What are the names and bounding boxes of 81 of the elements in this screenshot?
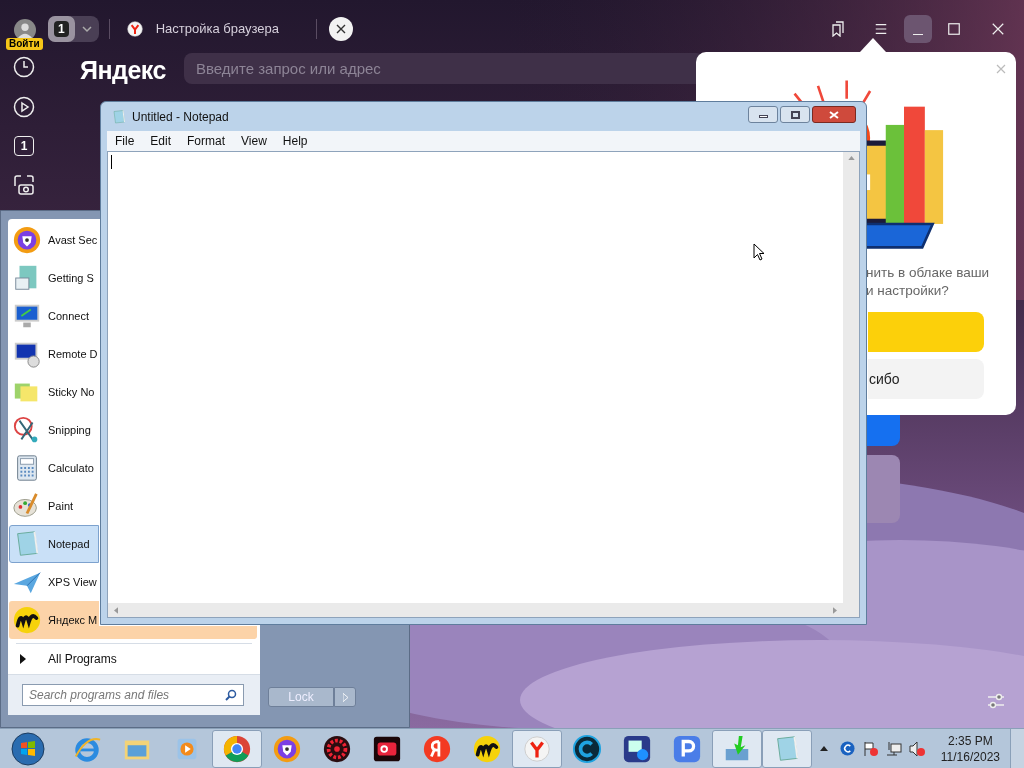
- program-item[interactable]: Avast Sec: [9, 221, 99, 259]
- program-label: Sticky No: [48, 384, 95, 400]
- program-label: XPS View: [48, 574, 97, 590]
- popup-text: нить в облаке ваши: [866, 264, 990, 282]
- windows-orb-icon: [11, 731, 45, 766]
- c-logo-icon: [572, 733, 602, 764]
- program-item[interactable]: Paint: [9, 487, 99, 525]
- notepad-icon: [111, 108, 127, 125]
- show-hidden-icons-icon[interactable]: [819, 746, 828, 751]
- ya-logo-icon: [422, 733, 452, 764]
- secondary-button[interactable]: сибо: [868, 359, 984, 399]
- all-programs-item[interactable]: All Programs: [8, 644, 260, 674]
- menu-item[interactable]: Format: [181, 132, 232, 150]
- chevron-down-icon: [80, 23, 93, 35]
- program-label: Calculato: [48, 460, 94, 476]
- maximize-icon[interactable]: [948, 23, 960, 35]
- program-item[interactable]: Sticky No: [9, 373, 99, 411]
- program-item[interactable]: Calculato: [9, 449, 99, 487]
- menu-item[interactable]: View: [235, 132, 273, 150]
- clock[interactable]: 2:35 PM 11/16/2023: [940, 732, 1000, 765]
- program-label: Connect: [48, 308, 89, 324]
- power-options-button[interactable]: [334, 687, 356, 707]
- close-icon[interactable]: [328, 17, 353, 41]
- triangle-right-icon: [20, 654, 26, 664]
- program-label: Getting S: [48, 270, 94, 286]
- login-badge[interactable]: Войти: [6, 38, 43, 50]
- flag-error-icon[interactable]: [862, 740, 879, 757]
- tab-title: Настройка браузера: [155, 20, 280, 39]
- program-label: Avast Sec: [48, 232, 98, 248]
- restore-button[interactable]: [780, 106, 810, 123]
- shield-icon: [272, 733, 302, 764]
- tab-counter[interactable]: 1: [48, 16, 99, 42]
- clock-time: 2:35 PM: [948, 732, 993, 749]
- vertical-scrollbar[interactable]: [843, 152, 859, 603]
- program-item[interactable]: Remote D: [9, 335, 99, 373]
- speaker-muted-icon[interactable]: [908, 740, 925, 757]
- camera-icon[interactable]: [13, 174, 35, 196]
- logo[interactable]: Яндекс: [80, 52, 166, 90]
- clock-date: 11/16/2023: [940, 748, 1000, 765]
- close-button[interactable]: [812, 106, 856, 123]
- program-label: Paint: [48, 498, 74, 514]
- search-icon: [225, 689, 237, 701]
- image-sync-icon: [622, 733, 652, 764]
- chrome-logo-icon: [222, 733, 252, 764]
- triangle-right-icon: [342, 692, 348, 702]
- program-label: Яндекс М: [48, 612, 98, 628]
- bookmarks-icon[interactable]: [830, 21, 846, 37]
- close-icon: [829, 110, 839, 119]
- menu-item[interactable]: File: [109, 132, 141, 150]
- search-field[interactable]: Search programs and files: [22, 684, 244, 706]
- menu-item[interactable]: Edit: [144, 132, 178, 150]
- program-item[interactable]: Яндекс М: [9, 601, 99, 639]
- program-item[interactable]: Connect: [9, 297, 99, 335]
- play-icon[interactable]: [13, 96, 35, 118]
- menu-icon[interactable]: [874, 22, 888, 36]
- minimize-button[interactable]: [748, 106, 778, 123]
- market-logo-icon: [472, 733, 502, 764]
- gear-icon: [322, 733, 352, 764]
- all-programs-label: All Programs: [48, 651, 117, 668]
- c-logo-icon[interactable]: [839, 741, 855, 756]
- market-logo-icon: [12, 605, 42, 635]
- program-item[interactable]: Notepad: [9, 525, 99, 563]
- program-label: Snipping: [48, 422, 91, 438]
- menu-item[interactable]: Help: [276, 132, 314, 150]
- program-item[interactable]: Getting S: [9, 259, 99, 297]
- clock-icon[interactable]: [13, 56, 35, 78]
- window-title: Untitled - Notepad: [132, 108, 230, 126]
- program-item[interactable]: XPS View: [9, 563, 99, 601]
- cursor-icon: [753, 243, 765, 261]
- settings-sliders-icon[interactable]: [986, 691, 1006, 711]
- shield-icon: [12, 225, 42, 255]
- p-logo-icon: [672, 733, 702, 764]
- program-label: Remote D: [48, 346, 98, 362]
- program-label: Notepad: [48, 536, 90, 552]
- program-item[interactable]: Snipping: [9, 411, 99, 449]
- y-logo-icon: [125, 20, 144, 38]
- browser-tab[interactable]: Настройка браузера: [125, 19, 316, 39]
- y-logo-icon: [522, 733, 552, 764]
- counter-icon[interactable]: 1: [14, 136, 34, 156]
- network-icon[interactable]: [885, 740, 902, 757]
- popup-text: и настройки?: [866, 282, 949, 300]
